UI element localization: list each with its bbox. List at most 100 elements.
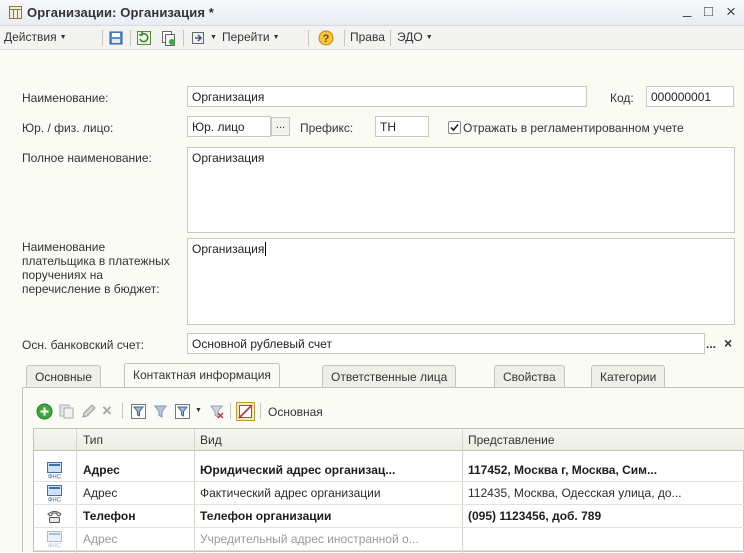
toolbar-separator <box>102 30 103 46</box>
row-value: 117452, Москва г, Москва, Сим... <box>468 463 658 477</box>
main-button[interactable]: Основная <box>268 405 323 419</box>
bank-account-label: Осн. банковский счет: <box>22 338 145 352</box>
go-to-documents-icon[interactable] <box>190 30 206 46</box>
row-type: Адрес <box>83 486 118 500</box>
toolbar-separator <box>122 403 123 419</box>
chevron-down-icon: ▼ <box>425 34 433 41</box>
actions-label: Действия <box>4 30 57 44</box>
row-type: Адрес <box>83 532 118 546</box>
code-field[interactable]: 000000001 <box>646 86 734 107</box>
row-kind: Фактический адрес организации <box>200 486 381 500</box>
fns-address-icon: ФНС <box>47 531 62 549</box>
row-kind: Телефон организации <box>200 509 332 523</box>
fns-address-icon: ФНС <box>47 462 62 480</box>
payer-name-field[interactable]: Организация <box>187 238 735 325</box>
bank-account-field[interactable]: Основной рублевый счет <box>187 333 705 354</box>
window-title: Организации: Организация * <box>27 5 214 20</box>
tab-responsible-persons[interactable]: Ответственные лица <box>322 365 457 388</box>
delete-icon[interactable]: × <box>102 401 119 420</box>
row-kind: Юридический адрес организац... <box>200 463 396 477</box>
goto-menu[interactable]: Перейти ▼ <box>222 30 280 44</box>
row-type: Адрес <box>83 463 120 477</box>
reflect-checkbox[interactable] <box>448 121 461 134</box>
clear-filter-icon[interactable] <box>208 403 225 420</box>
rights-button[interactable]: Права <box>350 30 385 44</box>
minimize-button[interactable]: _ <box>683 1 691 18</box>
toolbar-separator <box>260 403 261 419</box>
prefix-label: Префикс: <box>300 121 354 135</box>
set-main-icon[interactable] <box>236 402 255 421</box>
full-name-label: Полное наименование: <box>22 151 152 165</box>
filter-icon[interactable] <box>152 403 169 420</box>
table-row[interactable]: ФНС Адрес Учредительный адрес иностранно… <box>34 528 744 551</box>
edo-menu[interactable]: ЭДО ▼ <box>397 30 433 44</box>
toolbar-separator <box>130 30 131 46</box>
toolbar-separator <box>183 30 184 46</box>
toolbar-separator <box>390 30 391 46</box>
actions-menu[interactable]: Действия ▼ <box>4 30 67 44</box>
maximize-button[interactable]: □ <box>704 3 713 20</box>
tab-contact-info[interactable]: Контактная информация <box>124 363 280 388</box>
copy-icon[interactable] <box>160 30 176 46</box>
main-toolbar: Действия ▼ ▼ Перейти ▼ ? Права ЭДО ▼ <box>0 26 744 50</box>
toolbar-separator <box>230 403 231 419</box>
column-header-presentation[interactable]: Представление <box>468 433 555 447</box>
filter-dropdown[interactable]: ▼ <box>192 403 202 417</box>
tab-categories[interactable]: Категории <box>591 365 666 388</box>
toolbar-separator <box>344 30 345 46</box>
chevron-down-icon: ▼ <box>59 34 67 41</box>
row-value: (095) 1123456, доб. 789 <box>468 509 602 523</box>
bank-account-select-button[interactable]: ... <box>706 337 716 351</box>
filter-settings-icon[interactable] <box>174 403 191 420</box>
contact-info-table: Тип Вид Представление ФНС Адрес Юридичес… <box>33 428 744 553</box>
table-row[interactable]: Телефон Телефон организации (095) 112345… <box>34 505 744 528</box>
column-header-kind[interactable]: Вид <box>200 433 222 447</box>
row-value: 112435, Москва, Одесская улица, до... <box>468 486 682 500</box>
help-icon[interactable]: ? <box>318 30 334 46</box>
bank-account-clear-icon[interactable]: × <box>724 335 732 351</box>
text-cursor <box>265 242 267 256</box>
documents-dropdown[interactable]: ▼ <box>207 30 217 44</box>
column-header-type[interactable]: Тип <box>83 433 103 447</box>
full-name-field[interactable]: Организация <box>187 147 735 233</box>
table-row[interactable]: ФНС Адрес Юридический адрес организац...… <box>34 459 744 482</box>
refresh-icon[interactable] <box>136 30 152 46</box>
fns-address-icon: ФНС <box>47 485 62 503</box>
checkmark-icon <box>450 123 459 132</box>
form-icon <box>9 6 22 19</box>
svg-text:ФНС: ФНС <box>48 544 62 549</box>
row-type: Телефон <box>83 509 136 523</box>
toolbar-separator <box>308 30 309 46</box>
svg-text:ФНС: ФНС <box>48 498 62 503</box>
filter-by-value-icon[interactable] <box>130 403 147 420</box>
tab-strip: Основные Контактная информация Ответстве… <box>22 363 744 388</box>
svg-text:ФНС: ФНС <box>48 475 62 480</box>
chevron-down-icon: ▼ <box>272 34 280 41</box>
edo-label: ЭДО <box>397 30 423 44</box>
edit-icon[interactable] <box>80 403 97 420</box>
prefix-field[interactable]: ТН <box>375 116 429 137</box>
tab-properties[interactable]: Свойства <box>494 365 565 388</box>
save-and-close-icon[interactable] <box>108 30 124 46</box>
legal-type-label: Юр. / физ. лицо: <box>22 121 114 135</box>
name-field[interactable]: Организация <box>187 86 587 107</box>
payer-name-label: Наименование плательщика в платежных пор… <box>22 240 170 296</box>
row-kind: Учредительный адрес иностранной о... <box>200 532 419 546</box>
chevron-down-icon: ▼ <box>210 34 217 41</box>
close-button[interactable]: × <box>726 2 736 22</box>
tab-main[interactable]: Основные <box>26 365 101 388</box>
table-header: Тип Вид Представление <box>34 429 744 451</box>
legal-type-select-button[interactable]: ... <box>271 117 290 136</box>
name-label: Наименование: <box>22 91 109 105</box>
copy-row-icon[interactable] <box>58 403 75 420</box>
table-row[interactable]: ФНС Адрес Фактический адрес организации … <box>34 482 744 505</box>
legal-type-field[interactable]: Юр. лицо <box>187 116 271 137</box>
organization-form-window: Организации: Организация * _ □ × Действи… <box>0 0 744 553</box>
code-label: Код: <box>610 91 634 105</box>
add-icon[interactable] <box>36 403 53 420</box>
phone-icon <box>47 511 62 523</box>
payer-name-value: Организация <box>192 242 265 256</box>
goto-label: Перейти <box>222 30 270 44</box>
svg-text:?: ? <box>323 33 330 45</box>
chevron-down-icon: ▼ <box>195 407 202 414</box>
